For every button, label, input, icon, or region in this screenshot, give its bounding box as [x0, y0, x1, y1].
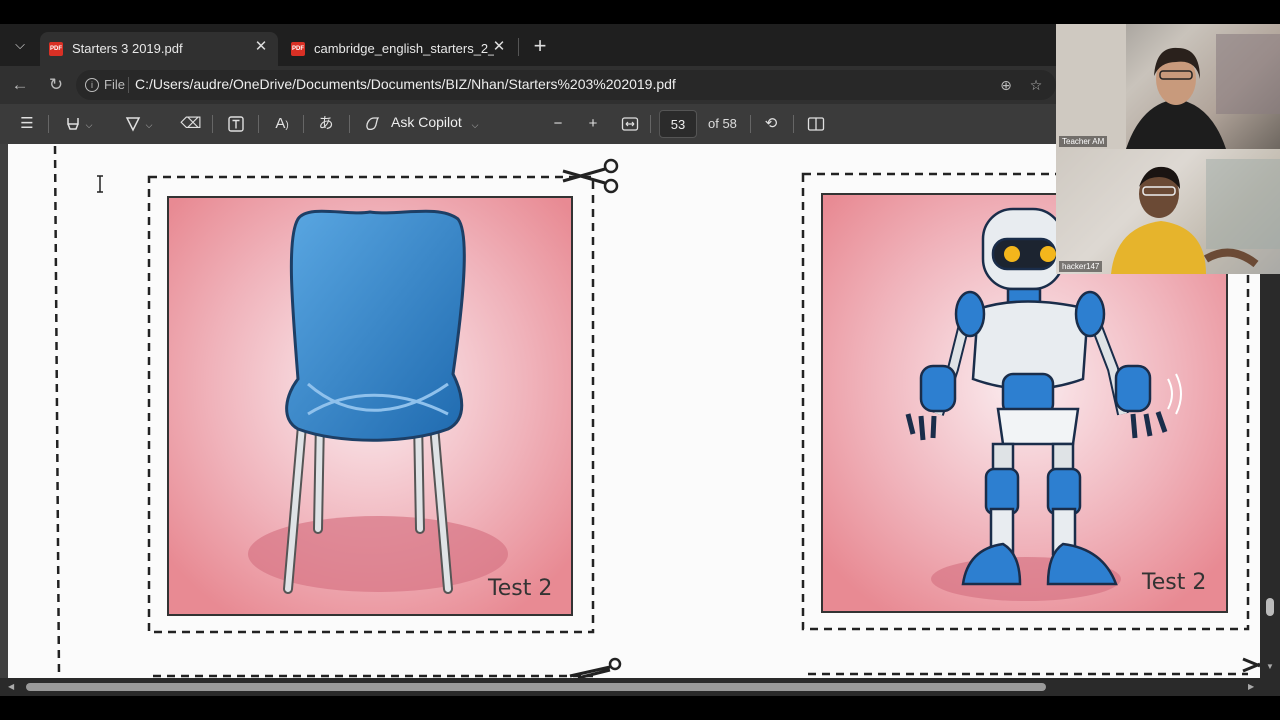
pdf-icon: PDF [49, 42, 63, 56]
card-label: Test 2 [1141, 570, 1206, 595]
zoom-out-icon[interactable]: − [548, 113, 568, 135]
info-icon[interactable]: i [85, 78, 99, 92]
tab-title: Starters 3 2019.pdf [72, 41, 183, 56]
zoom-in-icon[interactable]: + [583, 113, 603, 135]
toolbar-divider [793, 115, 794, 133]
toolbar-divider [212, 115, 213, 133]
fit-width-glyph [621, 117, 639, 131]
page-number-input[interactable]: 53 [659, 110, 697, 138]
scissors-icon [1242, 657, 1260, 673]
close-tab-icon[interactable]: ✕ [252, 38, 270, 56]
page-total-label: of 58 [708, 116, 737, 131]
teacher-video-feed [1056, 24, 1280, 149]
student-video-feed [1056, 149, 1280, 274]
vertical-scroll-thumb[interactable] [1266, 598, 1274, 616]
chevron-down-icon: ⌵ [85, 120, 93, 130]
toolbar-divider [48, 115, 49, 133]
add-text-icon[interactable] [225, 113, 247, 135]
participant-name: Teacher AM [1059, 136, 1108, 147]
eraser-icon[interactable]: ⌫ [180, 113, 202, 135]
close-tab-icon[interactable]: ✕ [490, 38, 508, 56]
chevron-down-icon: ⌵ [145, 120, 153, 130]
toolbar-divider [258, 115, 259, 133]
copilot-glyph [366, 117, 380, 131]
text-cursor-icon [97, 175, 103, 193]
toolbar-divider [650, 115, 651, 133]
toolbar-divider [750, 115, 751, 133]
url-text[interactable]: C:/Users/audre/OneDrive/Documents/Docume… [135, 76, 676, 92]
screen-bottom-bar [0, 696, 1280, 720]
chair-card: Test 2 [147, 158, 619, 634]
scissors-icon [569, 657, 622, 678]
address-row: ← ↻ i File C:/Users/audre/OneDrive/Docum… [0, 66, 1056, 104]
pdf-toolbar: ☰ ⌵ ⌵ ⌫ A) あ Ask Copilot ⌵ − + 53 of 58 … [0, 104, 1056, 144]
refresh-icon[interactable]: ↻ [44, 74, 68, 96]
card-label: Test 2 [487, 576, 552, 601]
ask-copilot-button[interactable]: Ask Copilot [391, 114, 462, 130]
cut-line [53, 145, 61, 677]
tab-actions-menu-icon[interactable]: ⌵ [8, 34, 32, 56]
tab-starters-3[interactable]: PDF Starters 3 2019.pdf ✕ [40, 32, 278, 66]
highlighter-glyph [66, 118, 79, 130]
draw-icon[interactable]: ⌵ [118, 113, 158, 135]
horizontal-scroll-thumb[interactable] [26, 683, 1046, 691]
translate-icon[interactable]: あ [314, 113, 338, 135]
scroll-left-icon[interactable]: ◀ [8, 682, 14, 691]
contents-list-icon[interactable]: ☰ [16, 113, 38, 135]
scroll-down-icon[interactable]: ▼ [1266, 662, 1274, 671]
address-bar[interactable]: i File C:/Users/audre/OneDrive/Documents… [76, 70, 1056, 100]
toolbar-divider [303, 115, 304, 133]
rotate-icon[interactable]: ⟲ [760, 113, 782, 135]
chevron-down-icon[interactable]: ⌵ [468, 113, 482, 135]
page-view-icon[interactable] [805, 113, 827, 135]
page-view-glyph [807, 117, 825, 131]
scroll-right-icon[interactable]: ▶ [1248, 682, 1254, 691]
horizontal-scrollbar[interactable]: ◀ ▶ [0, 678, 1260, 696]
new-tab-icon[interactable]: + [528, 35, 552, 59]
copilot-icon[interactable] [362, 113, 384, 135]
pdf-icon: PDF [291, 42, 305, 56]
participant-name: hacker147 [1059, 261, 1103, 272]
text-box-glyph [228, 116, 244, 132]
tab-cambridge-starters-2[interactable]: PDF cambridge_english_starters_2_SB_ ✕ [282, 32, 516, 66]
favorite-star-icon[interactable]: ☆ [1026, 75, 1046, 95]
tab-title: cambridge_english_starters_2_SB_ [314, 41, 494, 56]
back-arrow-icon[interactable]: ← [8, 74, 32, 96]
toolbar-divider [349, 115, 350, 133]
zoom-icon[interactable]: ⊕ [996, 75, 1016, 95]
fit-to-width-icon[interactable] [619, 113, 641, 135]
highlight-icon[interactable]: ⌵ [58, 113, 98, 135]
tab-separator [518, 38, 519, 56]
participant-video-tile[interactable]: hacker147 [1056, 149, 1280, 274]
scheme-label: File [104, 77, 125, 92]
participant-video-tile[interactable]: Teacher AM [1056, 24, 1280, 149]
pen-glyph [125, 117, 140, 132]
read-aloud-icon[interactable]: A) [270, 113, 294, 135]
omnibox-divider [128, 77, 129, 93]
tab-strip: ⌵ PDF Starters 3 2019.pdf ✕ PDF cambridg… [0, 24, 1056, 66]
